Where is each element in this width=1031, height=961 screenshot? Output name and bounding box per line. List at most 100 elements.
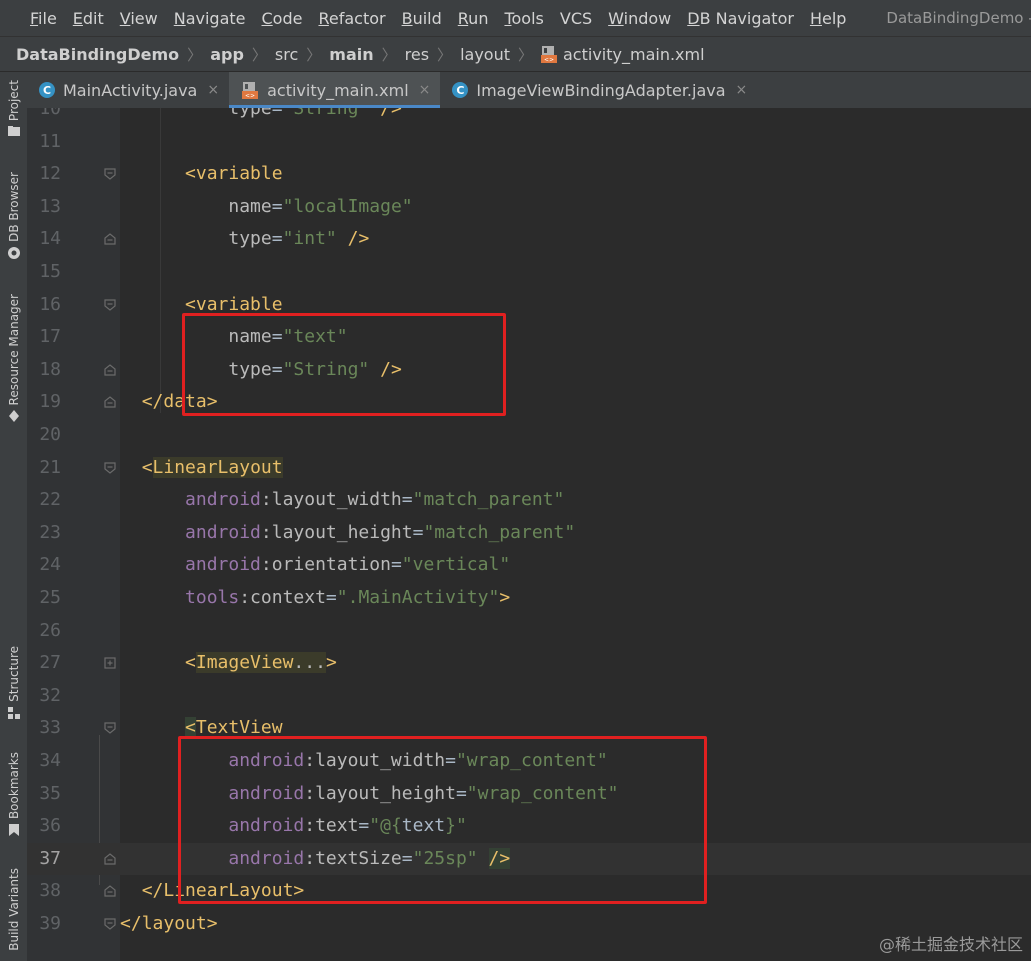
menu-item-window[interactable]: Window (608, 9, 671, 28)
close-icon[interactable]: × (207, 82, 219, 98)
code-line[interactable]: 17 name="text" (27, 321, 1031, 353)
svg-text:<>: <> (245, 93, 255, 100)
line-number: 12 (39, 163, 61, 185)
collapse-fold-icon[interactable] (103, 298, 117, 312)
code-line[interactable]: 25 tools:context=".MainActivity"> (27, 582, 1031, 614)
menu-item-db-navigator[interactable]: DB Navigator (687, 9, 794, 28)
project-tool-button[interactable]: Project (1, 80, 27, 137)
line-number: 13 (39, 195, 61, 217)
build-variants-tool-button[interactable]: Build Variants (1, 868, 27, 951)
code-line[interactable]: 12 <variable (27, 158, 1031, 190)
menu-bar: File Edit View Navigate Code Refactor Build Run… (0, 0, 1031, 36)
code-text: android:layout_width="match_parent" (185, 489, 565, 511)
tab-label: activity_main.xml (267, 80, 409, 100)
code-editor[interactable]: 10 type="String" /> 11 12 <variable 13 name… (27, 108, 1031, 961)
collapse-fold-icon[interactable] (103, 395, 117, 409)
chevron-right-icon: 〉 (306, 45, 322, 64)
line-number: 15 (39, 261, 61, 282)
code-line[interactable]: 21 <LinearLayout (27, 452, 1031, 484)
resource-manager-tool-button[interactable]: Resource Manager (1, 294, 27, 423)
code-text: tools:context=".MainActivity"> (185, 587, 511, 608)
code-line[interactable]: 22 android:layout_width="match_parent" (27, 484, 1031, 516)
close-icon[interactable]: × (736, 82, 748, 98)
menu-item-build[interactable]: Build (402, 9, 442, 28)
menu-item-file[interactable]: File (30, 9, 57, 28)
structure-tool-button[interactable]: Structure (1, 646, 27, 720)
db-browser-tool-button[interactable]: DB Browser (1, 172, 27, 260)
line-number: 14 (39, 228, 61, 250)
chevron-right-icon: 〉 (437, 45, 453, 64)
breadcrumb-src[interactable]: src (275, 45, 298, 64)
chevron-right-icon: 〉 (251, 45, 267, 64)
line-number: 33 (39, 717, 61, 739)
tab-activity-main-xml[interactable]: <> activity_main.xml × (229, 72, 441, 108)
class-icon: C (452, 82, 469, 98)
expand-fold-icon[interactable] (103, 656, 117, 670)
tab-imageview-binding-adapter[interactable]: C ImageViewBindingAdapter.java × (440, 72, 757, 108)
menu-item-code[interactable]: Code (262, 9, 303, 28)
line-number: 38 (39, 880, 61, 902)
line-number: 27 (39, 652, 61, 674)
tab-mainactivity[interactable]: C MainActivity.java × (27, 72, 229, 108)
code-line[interactable]: 27 <ImageView...> (27, 647, 1031, 679)
code-line[interactable]: 19 </data> (27, 386, 1031, 418)
code-line[interactable]: 14 type="int" /> (27, 223, 1031, 255)
collapse-fold-icon[interactable] (103, 167, 117, 181)
code-line[interactable]: 13 name="localImage" (27, 191, 1031, 223)
window-title: DataBindingDemo - act (886, 9, 1031, 27)
code-line[interactable]: 18 type="String" /> (27, 354, 1031, 386)
chevron-right-icon: 〉 (187, 45, 203, 64)
menu-item-tools[interactable]: Tools (504, 9, 543, 28)
code-line[interactable]: 23 android:layout_height="match_parent" (27, 517, 1031, 549)
menu-item-edit[interactable]: Edit (73, 9, 104, 28)
close-icon[interactable]: × (419, 82, 431, 98)
chevron-right-icon: 〉 (381, 45, 397, 64)
code-line[interactable]: 15 (27, 256, 1031, 288)
highlight-box-textview (178, 736, 707, 904)
line-number: 26 (39, 619, 61, 641)
bookmark-icon (9, 824, 19, 837)
folder-icon (8, 126, 20, 137)
resource-icon (9, 410, 19, 423)
breadcrumb-project[interactable]: DataBindingDemo (16, 45, 179, 64)
code-text: type="int" /> (228, 228, 370, 250)
menu-item-view[interactable]: View (120, 9, 158, 28)
breadcrumb: DataBindingDemo 〉 app 〉 src 〉 main 〉 res 〉 la… (0, 36, 1031, 72)
menu-item-run[interactable]: Run (458, 9, 489, 28)
breadcrumb-file[interactable]: activity_main.xml (563, 45, 705, 64)
collapse-fold-icon[interactable] (103, 232, 117, 246)
menu-item-refactor[interactable]: Refactor (318, 9, 385, 28)
collapse-fold-icon[interactable] (103, 363, 117, 377)
code-line[interactable]: 16 <variable (27, 289, 1031, 321)
tab-label: ImageViewBindingAdapter.java (476, 80, 726, 100)
menu-item-navigate[interactable]: Navigate (174, 9, 246, 28)
collapse-fold-icon[interactable] (103, 917, 117, 931)
code-line[interactable]: 10 type="String" /> (27, 108, 1031, 125)
watermark: @稀土掘金技术社区 (878, 935, 1023, 954)
code-line[interactable]: 20 (27, 419, 1031, 451)
menu-item-vcs[interactable]: VCS (560, 9, 592, 28)
menu-item-help[interactable]: Help (810, 9, 846, 28)
code-line[interactable]: 11 (27, 126, 1031, 158)
line-number: 35 (39, 782, 61, 804)
breadcrumb-layout[interactable]: layout (460, 45, 510, 64)
line-number: 17 (39, 326, 61, 348)
collapse-fold-icon[interactable] (103, 852, 117, 866)
line-number: 18 (39, 358, 61, 380)
breadcrumb-res[interactable]: res (405, 45, 429, 64)
code-line[interactable]: 32 (27, 680, 1031, 712)
code-text: type="String" /> (228, 108, 402, 119)
line-number: 25 (39, 587, 61, 608)
code-line[interactable]: 24 android:orientation="vertical" (27, 549, 1031, 581)
collapse-fold-icon[interactable] (103, 884, 117, 898)
code-text: name="localImage" (228, 195, 413, 217)
xml-file-icon: <> (242, 82, 259, 100)
code-line[interactable]: 26 (27, 615, 1031, 647)
breadcrumb-main[interactable]: main (329, 45, 373, 64)
breadcrumb-module[interactable]: app (210, 45, 244, 64)
collapse-fold-icon[interactable] (103, 721, 117, 735)
xml-file-icon: <> (541, 46, 557, 63)
database-icon (8, 246, 20, 259)
bookmarks-tool-button[interactable]: Bookmarks (1, 752, 27, 837)
collapse-fold-icon[interactable] (103, 461, 117, 475)
